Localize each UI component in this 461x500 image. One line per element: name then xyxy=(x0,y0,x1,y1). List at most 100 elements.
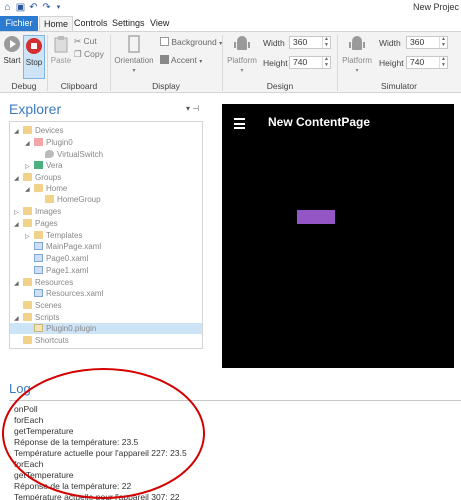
accent-swatch-icon xyxy=(160,55,169,64)
xaml-file-icon xyxy=(34,289,43,297)
group-simulator-label: Simulator xyxy=(381,81,417,91)
tree-item-templates[interactable]: ▷ Templates xyxy=(25,230,82,241)
group-design-label: Design xyxy=(266,81,294,91)
expanded-arrow-icon[interactable]: ◢ xyxy=(14,220,23,231)
tree-item-plugin0-plugin[interactable]: Plugin0.plugin xyxy=(10,323,202,334)
cut-label: Cut xyxy=(83,36,97,46)
tree-item-label: Images xyxy=(35,207,62,216)
spinner-arrows-icon[interactable]: ▲ ▼ xyxy=(439,56,447,68)
copy-button[interactable]: ❐ Copy xyxy=(74,49,104,60)
background-button[interactable]: Background ▾ xyxy=(160,37,222,47)
dropdown-icon[interactable]: ▾ xyxy=(186,104,190,113)
separator xyxy=(47,35,48,91)
accent-button[interactable]: Accent ▾ xyxy=(160,55,202,65)
folder-icon xyxy=(45,195,54,203)
tree-item-mainpage[interactable]: MainPage.xaml xyxy=(34,241,101,252)
orientation-button[interactable]: Orientation ▾ xyxy=(112,35,156,74)
start-button[interactable]: Start xyxy=(2,35,22,65)
plugin-icon xyxy=(34,138,43,146)
simulator-height-value: 740 xyxy=(410,57,425,67)
tree-item-label: Resources.xaml xyxy=(46,289,104,298)
tab-settings[interactable]: Settings xyxy=(108,16,149,31)
tree-item-shortcuts[interactable]: Shortcuts xyxy=(23,335,69,346)
expanded-arrow-icon[interactable]: ◢ xyxy=(25,139,34,150)
preview-page-title: New ContentPage xyxy=(268,115,371,129)
cut-button[interactable]: ✂ Cut xyxy=(74,36,97,47)
tree-item-page0[interactable]: Page0.xaml xyxy=(34,253,88,264)
design-width-input[interactable]: 360 ▲ ▼ xyxy=(289,36,331,49)
tree-item-groups[interactable]: ◢ Groups xyxy=(14,172,61,183)
android-icon xyxy=(234,36,250,50)
group-clipboard-label: Clipboard xyxy=(60,81,98,91)
folder-icon xyxy=(23,219,32,227)
tree-item-scenes[interactable]: Scenes xyxy=(23,300,62,311)
collapsed-arrow-icon[interactable]: ▷ xyxy=(25,232,34,243)
dropdown-icon[interactable]: ▾ xyxy=(53,2,64,13)
start-label: Start xyxy=(3,56,21,65)
folder-icon xyxy=(23,336,32,344)
android-icon xyxy=(349,36,365,50)
simulator-width-input[interactable]: 360 ▲ ▼ xyxy=(406,36,448,49)
tree-item-images[interactable]: ▷ Images xyxy=(14,206,61,217)
tree-item-label: Plugin0.plugin xyxy=(46,324,97,333)
separator xyxy=(222,35,223,91)
expanded-arrow-icon[interactable]: ◢ xyxy=(14,174,23,185)
tree-item-resources-xaml[interactable]: Resources.xaml xyxy=(34,288,103,299)
copy-icon: ❐ xyxy=(74,49,84,59)
save-icon[interactable]: ▣ xyxy=(15,2,26,13)
tree-item-homegroup[interactable]: HomeGroup xyxy=(45,194,101,205)
simulator-platform-label: Platform xyxy=(342,56,372,65)
tab-view[interactable]: View xyxy=(146,16,173,31)
spinner-arrows-icon[interactable]: ▲ ▼ xyxy=(439,36,447,48)
tree-item-home[interactable]: ◢ Home xyxy=(25,183,67,194)
tab-home[interactable]: Home xyxy=(39,16,74,31)
simulator-height-input[interactable]: 740 ▲ ▼ xyxy=(406,56,448,69)
tab-controls[interactable]: Controls xyxy=(70,16,112,31)
chevron-down-icon: ▾ xyxy=(355,68,359,74)
separator xyxy=(337,35,338,91)
folder-icon xyxy=(34,184,43,192)
design-preview[interactable]: New ContentPage xyxy=(222,104,454,368)
design-height-input[interactable]: 740 ▲ ▼ xyxy=(289,56,331,69)
folder-icon xyxy=(23,126,32,134)
tree-item-resources[interactable]: ◢ Resources xyxy=(14,277,73,288)
spinner-arrows-icon[interactable]: ▲ ▼ xyxy=(322,36,330,48)
hamburger-menu-icon[interactable] xyxy=(234,118,245,132)
redo-icon[interactable]: ↷ xyxy=(41,2,52,13)
tree-item-label: MainPage.xaml xyxy=(46,242,102,251)
tree-item-vera[interactable]: ▷ Vera xyxy=(25,160,62,171)
tree-item-devices[interactable]: ◢ Devices xyxy=(14,125,63,136)
preview-box[interactable] xyxy=(297,210,335,224)
stop-button[interactable]: Stop xyxy=(23,35,45,79)
device-pin-icon xyxy=(45,150,54,158)
expanded-arrow-icon[interactable]: ◢ xyxy=(25,185,34,196)
paste-button[interactable]: Paste xyxy=(50,35,72,65)
expanded-arrow-icon[interactable]: ◢ xyxy=(14,127,23,138)
tree-item-page1[interactable]: Page1.xaml xyxy=(34,265,88,276)
folder-icon xyxy=(23,207,32,215)
separator xyxy=(110,35,111,91)
tree-item-label: Shortcuts xyxy=(35,336,69,345)
tree-item-scripts[interactable]: ◢ Scripts xyxy=(14,312,59,323)
spinner-arrows-icon[interactable]: ▲ ▼ xyxy=(322,56,330,68)
design-platform-button[interactable]: Platform ▾ xyxy=(225,35,259,74)
simulator-platform-button[interactable]: Platform ▾ xyxy=(340,35,374,74)
group-display-label: Display xyxy=(152,81,180,91)
title-bar: ⌂ ▣ ↶ ↷ ▾ New Projec xyxy=(0,0,461,16)
simulator-width-label: Width xyxy=(379,38,401,48)
xaml-file-icon xyxy=(34,242,43,250)
chevron-down-icon: ▾ xyxy=(199,59,203,65)
explorer-tree[interactable]: ◢ Devices ◢ Plugin0 VirtualSwitch ▷ Vera ◢ G… xyxy=(9,121,203,349)
tree-item-label: Resources xyxy=(35,278,74,287)
design-platform-label: Platform xyxy=(227,56,257,65)
expanded-arrow-icon[interactable]: ◢ xyxy=(14,279,23,290)
tree-item-plugin0[interactable]: ◢ Plugin0 xyxy=(25,137,73,148)
tab-file[interactable]: Fichier xyxy=(0,16,38,31)
design-height-label: Height xyxy=(263,58,288,68)
undo-icon[interactable]: ↶ xyxy=(28,2,39,13)
folder-icon xyxy=(34,231,43,239)
tree-item-virtualswitch[interactable]: VirtualSwitch xyxy=(45,149,103,160)
stop-label: Stop xyxy=(25,58,43,67)
pin-icon[interactable]: ⊣ xyxy=(192,104,199,113)
tree-item-pages[interactable]: ◢ Pages xyxy=(14,218,58,229)
